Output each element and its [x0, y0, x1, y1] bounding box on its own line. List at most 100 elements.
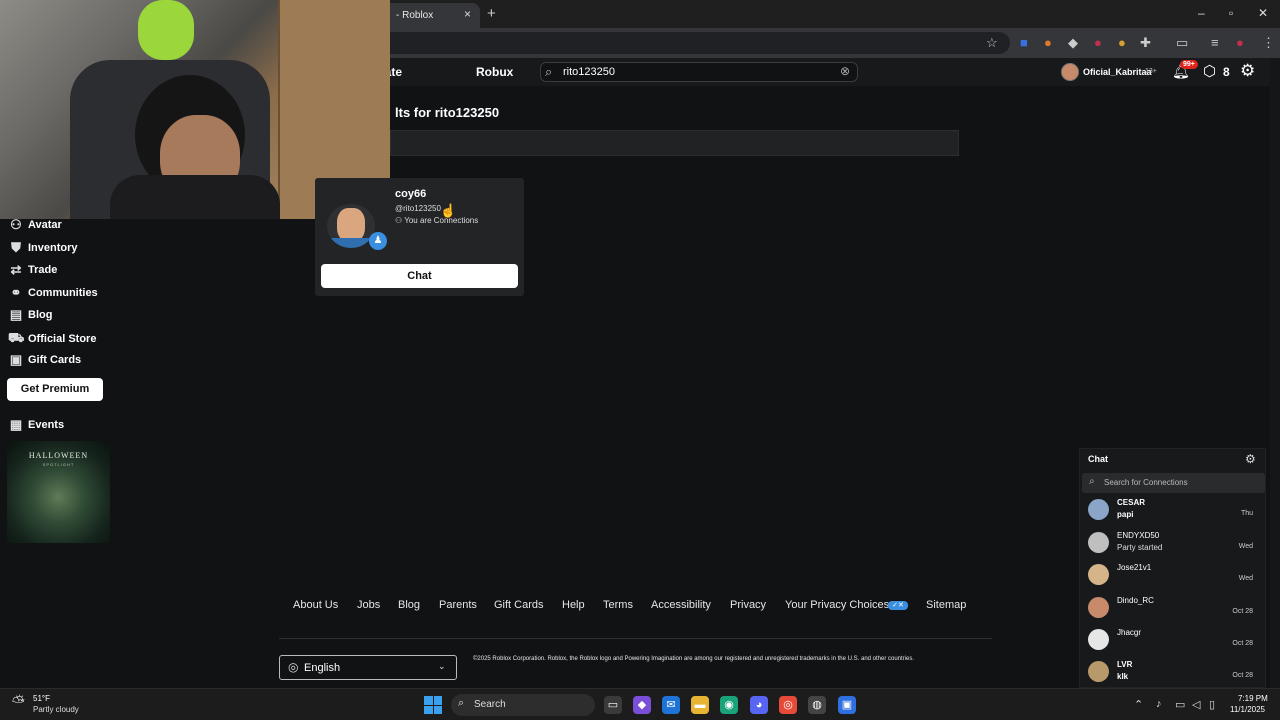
taskbar: ⛅︎ 51°F Partly cloudy ⌕ Search ▭ ◆ ✉ ▬ ◉…	[0, 688, 1280, 720]
chat-conversation[interactable]: Dindo_RC Oct 28	[1080, 592, 1267, 624]
maximize-icon[interactable]: ▫	[1229, 6, 1233, 20]
cart-icon: ⛟	[8, 330, 25, 345]
chat-conversation[interactable]: CESAR papi Thu	[1080, 494, 1267, 526]
search-input[interactable]	[563, 66, 823, 78]
footer-link-accessibility[interactable]: Accessibility	[651, 599, 711, 611]
chat-conversation[interactable]: ENDYXD50 Party started Wed	[1080, 527, 1267, 559]
footer-link-sitemap[interactable]: Sitemap	[926, 599, 966, 611]
footer-link-privacy-choices[interactable]: Your Privacy Choices	[785, 599, 889, 611]
robux-count[interactable]: 8	[1223, 65, 1230, 79]
privacy-choices-icon[interactable]: ✓✕	[888, 601, 908, 610]
roblox-app-icon[interactable]: ▣	[838, 696, 856, 714]
halloween-banner[interactable]: HALLOWEEN SPOTLIGHT	[7, 441, 110, 543]
reading-list-icon[interactable]: ≡	[1211, 35, 1219, 50]
language-select[interactable]: ◎ English ⌄	[279, 655, 457, 680]
sidebar-item-label: Events	[28, 419, 65, 431]
footer-link-help[interactable]: Help	[562, 599, 585, 611]
edge-icon[interactable]: ◉	[720, 696, 738, 714]
sidebar-item-communities[interactable]: ⚭ Communities	[8, 285, 98, 301]
sidebar-item-gift-cards[interactable]: ▣ Gift Cards	[8, 352, 81, 368]
footer-link-parents[interactable]: Parents	[439, 599, 477, 611]
discord-icon[interactable]: ◕	[750, 696, 768, 714]
app-icon[interactable]: ◍	[808, 696, 826, 714]
minimize-icon[interactable]: –	[1198, 6, 1205, 20]
weather-temperature[interactable]: 51°F	[33, 694, 50, 703]
tab-close-icon[interactable]: ×	[464, 7, 471, 21]
volume-icon[interactable]: ◁	[1192, 698, 1200, 711]
mail-icon[interactable]: ✉	[662, 696, 680, 714]
calendar-icon: ▦	[9, 417, 23, 432]
get-premium-button[interactable]: Get Premium	[7, 378, 103, 401]
clock-time[interactable]: 7:19 PM	[1238, 694, 1268, 703]
chat-conversation[interactable]: Jhacgr Oct 28	[1080, 624, 1267, 656]
username[interactable]: Oficial_Kabritaa	[1083, 67, 1152, 77]
conversation-name: ENDYXD50	[1117, 531, 1160, 540]
sidebar-item-official-store[interactable]: ⛟ Official Store	[8, 330, 96, 348]
clear-search-icon[interactable]: ⊗	[840, 64, 850, 78]
result-avatar[interactable]	[327, 204, 375, 248]
extension-icon[interactable]: ●	[1094, 35, 1102, 50]
weather-icon[interactable]: ⛅︎	[12, 694, 25, 712]
profile-icon[interactable]: ●	[1236, 35, 1244, 50]
extension-icon[interactable]: ●	[1118, 35, 1126, 50]
chat-conversation[interactable]: LVR klk Oct 28	[1080, 656, 1267, 688]
chrome-icon[interactable]: ◎	[779, 696, 797, 714]
chat-search-input[interactable]: ⌕ Search for Connections	[1082, 473, 1265, 493]
user-result-card[interactable]: ♟ coy66 @rito123250 ⚇ You are Connection…	[315, 178, 524, 296]
menu-icon[interactable]: ⋮	[1262, 35, 1275, 51]
close-window-icon[interactable]: ✕	[1258, 6, 1268, 20]
network-icon[interactable]: ▭	[1175, 698, 1185, 711]
puzzle-icon[interactable]: ✚	[1140, 35, 1151, 51]
chat-search-placeholder: Search for Connections	[1104, 478, 1188, 487]
microphone-icon[interactable]: ♪	[1156, 698, 1162, 710]
sidebar-item-avatar[interactable]: ⚇ Avatar	[8, 217, 62, 233]
new-tab-icon[interactable]: +	[487, 5, 496, 22]
extension-icon[interactable]: ●	[1044, 35, 1052, 50]
chat-title[interactable]: Chat	[1088, 454, 1108, 464]
extension-icon[interactable]: ■	[1020, 35, 1028, 50]
nav-robux[interactable]: Robux	[476, 65, 513, 79]
task-view-icon[interactable]: ▭	[604, 696, 622, 714]
conversation-time: Wed	[1238, 575, 1253, 582]
sidebar-item-label: Communities	[28, 287, 98, 299]
file-explorer-icon[interactable]: ▬	[691, 696, 709, 714]
sidebar-item-blog[interactable]: ▤ Blog	[8, 307, 53, 323]
chevron-up-icon[interactable]: ⌃	[1134, 698, 1143, 711]
taskbar-search-label: Search	[474, 699, 506, 710]
cast-icon[interactable]: ▭	[1176, 35, 1188, 51]
footer-link-privacy[interactable]: Privacy	[730, 599, 766, 611]
footer-link-about-us[interactable]: About Us	[293, 599, 338, 611]
start-button[interactable]	[424, 696, 442, 714]
age-tag: 13+	[1145, 68, 1157, 75]
extension-icon[interactable]: ◆	[1068, 35, 1078, 51]
conversation-name: CESAR	[1117, 498, 1146, 507]
result-display-name[interactable]: coy66	[395, 188, 426, 200]
sidebar-item-trade[interactable]: ⇄ Trade	[8, 262, 58, 278]
footer-link-terms[interactable]: Terms	[603, 599, 633, 611]
gear-icon[interactable]: ⚙	[1240, 61, 1255, 81]
copyright-text: ©2025 Roblox Corporation. Roblox, the Ro…	[473, 656, 915, 662]
footer-link-jobs[interactable]: Jobs	[357, 599, 380, 611]
gift-card-icon: ▣	[9, 352, 23, 367]
robux-icon[interactable]: ⬡	[1203, 62, 1216, 80]
sidebar-item-events[interactable]: ▦ Events	[8, 417, 64, 433]
taskbar-search[interactable]: ⌕ Search	[451, 694, 595, 716]
page-scrollbar[interactable]	[1270, 58, 1280, 688]
copilot-icon[interactable]: ◆	[633, 696, 651, 714]
results-filter-bar	[390, 130, 959, 156]
address-bar[interactable]	[330, 32, 1010, 54]
weather-description: Partly cloudy	[33, 705, 79, 714]
clock-date[interactable]: 11/1/2025	[1230, 705, 1265, 714]
avatar[interactable]	[1061, 63, 1079, 81]
avatar	[1088, 629, 1109, 650]
sidebar-item-inventory[interactable]: ⛊ Inventory	[8, 240, 77, 256]
search-box[interactable]: ⌕ ⊗	[540, 62, 858, 82]
chat-button[interactable]: Chat	[321, 264, 518, 288]
chat-settings-icon[interactable]: ⚙	[1245, 452, 1256, 466]
footer-link-gift-cards[interactable]: Gift Cards	[494, 599, 544, 611]
conversation-time: Thu	[1240, 510, 1253, 517]
chat-conversation[interactable]: Jose21v1 Wed	[1080, 559, 1267, 591]
footer-link-blog[interactable]: Blog	[398, 599, 420, 611]
battery-icon[interactable]: ▯	[1209, 698, 1215, 711]
bookmark-star-icon[interactable]: ☆	[986, 35, 998, 51]
